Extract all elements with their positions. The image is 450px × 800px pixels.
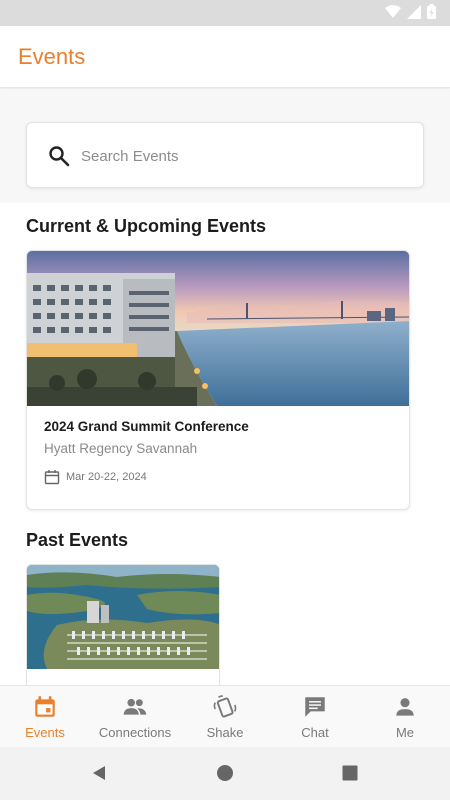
past-event-card[interactable]	[26, 564, 220, 685]
nav-item-connections[interactable]: Connections	[90, 686, 180, 747]
nav-item-me[interactable]: Me	[360, 686, 450, 747]
home-icon[interactable]	[216, 764, 234, 782]
bottom-nav: Events Connections Shake Chat Me	[0, 685, 450, 747]
nav-label-connections: Connections	[98, 725, 172, 740]
event-card[interactable]: 2024 Grand Summit Conference Hyatt Regen…	[26, 250, 410, 510]
wifi-icon	[385, 4, 401, 18]
event-venue: Hyatt Regency Savannah	[44, 441, 198, 456]
past-event-image	[27, 565, 219, 669]
event-image	[27, 251, 409, 406]
cell-signal-icon	[407, 4, 421, 19]
nav-item-shake[interactable]: Shake	[180, 686, 270, 747]
back-icon[interactable]	[90, 764, 108, 782]
calendar-icon	[35, 696, 55, 717]
system-nav-bar	[0, 747, 450, 800]
events-list: Current & Upcoming Events 2024 Grand Sum…	[0, 203, 450, 685]
shake-phone-icon	[213, 695, 237, 718]
nav-label-chat: Chat	[301, 725, 329, 740]
people-icon	[123, 698, 147, 715]
nav-item-chat[interactable]: Chat	[270, 686, 360, 747]
nav-label-events: Events	[25, 725, 65, 740]
app-bar: Events	[0, 26, 450, 88]
person-icon	[396, 698, 414, 716]
search-box[interactable]	[26, 122, 424, 188]
recents-icon[interactable]	[341, 764, 359, 782]
search-icon	[49, 146, 70, 167]
event-name: 2024 Grand Summit Conference	[44, 419, 249, 434]
search-input[interactable]	[81, 141, 401, 171]
search-section	[0, 89, 450, 203]
calendar-outline-icon	[44, 470, 60, 485]
battery-icon	[427, 4, 436, 19]
nav-label-shake: Shake	[206, 725, 244, 740]
status-icons	[385, 4, 436, 19]
section-title-past: Past Events	[26, 530, 129, 550]
event-date-row: Mar 20-22, 2024	[44, 469, 147, 485]
nav-label-me: Me	[395, 725, 415, 740]
chat-bubble-icon	[305, 697, 325, 717]
status-bar	[0, 0, 450, 26]
event-date: Mar 20-22, 2024	[66, 471, 147, 483]
section-title-current: Current & Upcoming Events	[26, 216, 267, 236]
page-title: Events	[18, 44, 86, 69]
nav-item-events[interactable]: Events	[0, 686, 90, 747]
